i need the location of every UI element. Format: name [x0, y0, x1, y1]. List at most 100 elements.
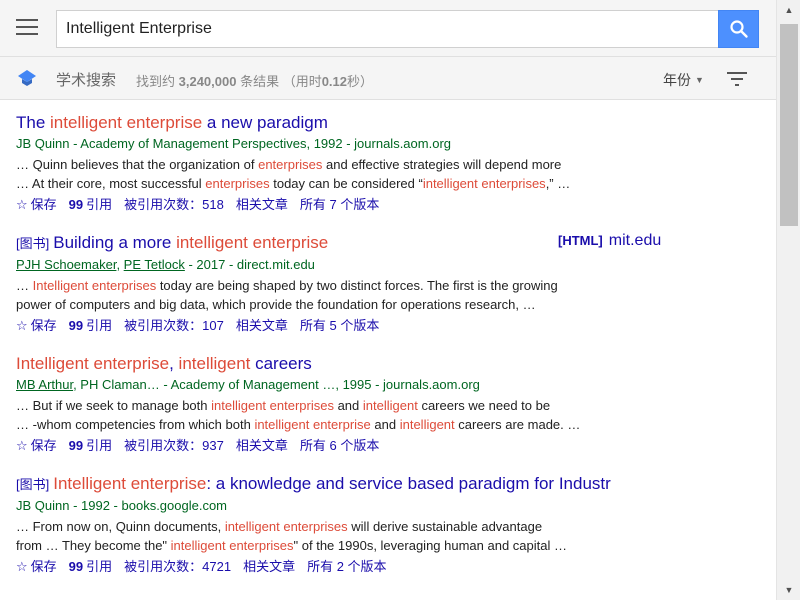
snippet-highlight: intelligent [362, 398, 418, 413]
snippet-text: … Quinn believes that the organization o… [16, 157, 259, 172]
source-domain: mit.edu [608, 232, 662, 249]
snippet-highlight: intelligent enterprise [254, 417, 371, 432]
title-text: careers [250, 354, 312, 373]
snippet-text: careers are made. … [454, 417, 581, 432]
result-authors: JB Quinn - 1992 - books.google.com [16, 498, 228, 513]
save-label: 保存 [30, 318, 57, 333]
result-count: 找到约 3,240,000 条结果 （用时0.12秒） [136, 71, 373, 90]
author-link[interactable]: PE Tetlock [124, 257, 185, 272]
results-number: 3,240,000 [178, 74, 237, 89]
result-actions: ☆ 保存 99 引用 被引用次数：107 相关文章 所有 5 个版本 [16, 316, 760, 335]
authors-rest: - 2017 - direct.mit.edu [184, 257, 315, 272]
result-authors: JB Quinn - Academy of Management Perspec… [16, 136, 451, 151]
save-label: 保存 [30, 559, 57, 574]
filter-icon[interactable] [727, 71, 747, 87]
title-text: Building a more [53, 233, 177, 252]
cite-button[interactable]: 99 引用 [69, 559, 112, 574]
cited-by-link[interactable]: 被引用次数：107 [124, 318, 224, 333]
star-icon: ☆ [16, 318, 28, 333]
star-icon: ☆ [16, 438, 28, 453]
save-button[interactable]: ☆ 保存 [16, 559, 57, 574]
result-snippet: … But if we seek to manage both intellig… [16, 396, 760, 434]
title-text: : a knowledge and service based paradigm… [206, 474, 611, 493]
cite-button[interactable]: 99 引用 [69, 438, 112, 453]
cite-label: 引用 [86, 197, 113, 212]
book-tag: [图书] [16, 477, 50, 492]
versions-link[interactable]: 所有 2 个版本 [307, 559, 386, 574]
search-icon [729, 20, 748, 38]
quote-icon: 99 [68, 559, 84, 574]
result-title[interactable]: [图书] Intelligent enterprise: a knowledge … [16, 473, 760, 496]
cite-button[interactable]: 99 引用 [69, 197, 112, 212]
snippet-line: … Quinn believes that the organization o… [16, 155, 760, 174]
versions-link[interactable]: 所有 5 个版本 [300, 318, 379, 333]
snippet-highlight: intelligent enterprises [170, 538, 294, 553]
authors-rest: , PH Claman… - Academy of Management …, … [73, 377, 480, 392]
html-source-link[interactable]: [HTML] mit.edu [558, 232, 661, 250]
snippet-highlight: intelligent enterprises [224, 519, 348, 534]
menu-icon[interactable] [16, 19, 38, 37]
vertical-scrollbar[interactable]: ▲ ▼ [776, 0, 800, 600]
title-highlight: intelligent enterprise [176, 233, 329, 252]
scroll-up-arrow-icon[interactable]: ▲ [777, 0, 800, 20]
snippet-highlight: intelligent enterprises [422, 176, 546, 191]
cite-button[interactable]: 99 引用 [69, 318, 112, 333]
title-highlight: Intelligent enterprise [53, 474, 207, 493]
related-articles-link[interactable]: 相关文章 [236, 438, 288, 453]
snippet-text: from … They become the" [16, 538, 171, 553]
snippet-text: and [370, 417, 400, 432]
scholar-label[interactable]: 学术搜索 [56, 69, 116, 90]
cited-by-link[interactable]: 被引用次数：4721 [124, 559, 231, 574]
author-link[interactable]: PJH Schoemaker [16, 257, 116, 272]
related-articles-link[interactable]: 相关文章 [243, 559, 295, 574]
result-title[interactable]: The intelligent enterprise a new paradig… [16, 112, 760, 134]
save-button[interactable]: ☆ 保存 [16, 438, 57, 453]
quote-icon: 99 [68, 438, 84, 453]
result-title[interactable]: Intelligent enterprise, intelligent care… [16, 353, 760, 375]
caret-down-icon: ▼ [695, 75, 704, 85]
cite-label: 引用 [86, 318, 113, 333]
save-button[interactable]: ☆ 保存 [16, 197, 57, 212]
snippet-text: will derive sustainable advantage [347, 519, 543, 534]
related-articles-link[interactable]: 相关文章 [236, 197, 288, 212]
cite-label: 引用 [86, 438, 113, 453]
snippet-text: careers we need to be [417, 398, 551, 413]
year-filter-button[interactable]: 年份 ▼ [663, 70, 704, 90]
search-box[interactable] [56, 10, 720, 48]
title-highlight: intelligent [178, 354, 251, 373]
author-link[interactable]: MB Arthur [16, 377, 73, 392]
snippet-highlight: Intelligent enterprises [32, 278, 157, 293]
title-text: The [16, 113, 51, 132]
save-button[interactable]: ☆ 保存 [16, 318, 57, 333]
related-articles-link[interactable]: 相关文章 [236, 318, 288, 333]
scroll-down-arrow-icon[interactable]: ▼ [777, 580, 800, 600]
versions-link[interactable]: 所有 6 个版本 [300, 438, 379, 453]
cite-label: 引用 [86, 559, 113, 574]
snippet-line: power of computers and big data, which p… [16, 295, 760, 314]
result-actions: ☆ 保存 99 引用 被引用次数：937 相关文章 所有 6 个版本 [16, 436, 760, 455]
search-input[interactable] [57, 11, 720, 47]
results-time: 0.12 [321, 74, 348, 89]
snippet-text: … [16, 278, 33, 293]
save-label: 保存 [30, 438, 57, 453]
result-actions: ☆ 保存 99 引用 被引用次数：4721 相关文章 所有 2 个版本 [16, 557, 760, 576]
snippet-line: … Intelligent enterprises today are bein… [16, 276, 760, 295]
result-item: Intelligent enterprise, intelligent care… [16, 353, 760, 455]
result-authors: PJH Schoemaker, PE Tetlock - 2017 - dire… [16, 257, 315, 272]
snippet-highlight: intelligent [399, 417, 455, 432]
results-suffix: 条结果 （用时 [236, 74, 322, 89]
title-highlight: intelligent enterprise [50, 113, 203, 132]
search-button[interactable] [718, 10, 759, 48]
book-tag: [图书] [16, 236, 50, 251]
snippet-text: … But if we seek to manage both [16, 398, 212, 413]
cited-by-link[interactable]: 被引用次数：518 [124, 197, 224, 212]
snippet-text: and [333, 398, 363, 413]
result-authors: MB Arthur, PH Claman… - Academy of Manag… [16, 375, 760, 394]
scholar-header: 学术搜索 找到约 3,240,000 条结果 （用时0.12秒） 年份 ▼ [0, 57, 776, 100]
star-icon: ☆ [16, 197, 28, 212]
result-snippet: … Quinn believes that the organization o… [16, 155, 760, 193]
cited-by-link[interactable]: 被引用次数：937 [124, 438, 224, 453]
snippet-highlight: enterprises [205, 176, 270, 191]
versions-link[interactable]: 所有 7 个版本 [300, 197, 379, 212]
scrollbar-thumb[interactable] [780, 24, 798, 226]
